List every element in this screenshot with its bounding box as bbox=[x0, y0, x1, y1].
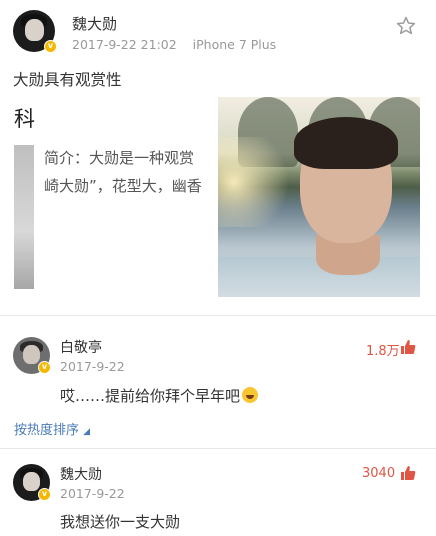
comment-divider bbox=[0, 448, 436, 449]
like-count: 1.8万 bbox=[366, 344, 400, 359]
comment-text: 哎……提前给你拜个早年吧 bbox=[60, 385, 259, 406]
star-outline-icon[interactable] bbox=[395, 15, 417, 37]
comment-text: 我想送你一支大勋 bbox=[60, 513, 181, 531]
post-image-left[interactable]: 科 简介：大勋是一种观赏 崎大勋”，花型大，幽香 bbox=[14, 97, 214, 295]
post-image-right[interactable] bbox=[218, 97, 420, 297]
thumbs-up-icon[interactable] bbox=[400, 465, 416, 481]
post-author-name[interactable]: 魏大勋 bbox=[72, 13, 117, 34]
verified-badge-icon: v bbox=[38, 361, 51, 374]
comment-author-name[interactable]: 魏大勋 bbox=[60, 464, 102, 484]
post-meta: 2017-9-22 21:02 iPhone 7 Plus bbox=[72, 37, 276, 52]
image-title-fragment: 科 bbox=[14, 107, 35, 131]
image-caption-line-2: 崎大勋”，花型大，幽香 bbox=[44, 177, 202, 195]
comment-date: 2017-9-22 bbox=[60, 486, 125, 501]
post-text: 大勋具有观赏性 bbox=[13, 71, 122, 89]
verified-badge-icon: v bbox=[44, 40, 57, 53]
thumbs-up-icon[interactable] bbox=[400, 339, 416, 355]
post-divider bbox=[0, 315, 436, 316]
post-device: iPhone 7 Plus bbox=[192, 37, 277, 52]
image-caption-line-1: 简介：大勋是一种观赏 bbox=[44, 149, 195, 167]
comment-author-name[interactable]: 白敬亭 bbox=[60, 337, 102, 357]
like-count: 3040 bbox=[362, 466, 396, 481]
laughing-tears-emoji bbox=[242, 387, 259, 403]
verified-badge-icon: v bbox=[38, 488, 51, 501]
comment-date: 2017-9-22 bbox=[60, 359, 125, 374]
sort-by-popularity-link[interactable]: 按热度排序 ◢ bbox=[14, 419, 90, 438]
caret-icon: ◢ bbox=[83, 427, 91, 437]
post-timestamp: 2017-9-22 21:02 bbox=[72, 37, 177, 52]
